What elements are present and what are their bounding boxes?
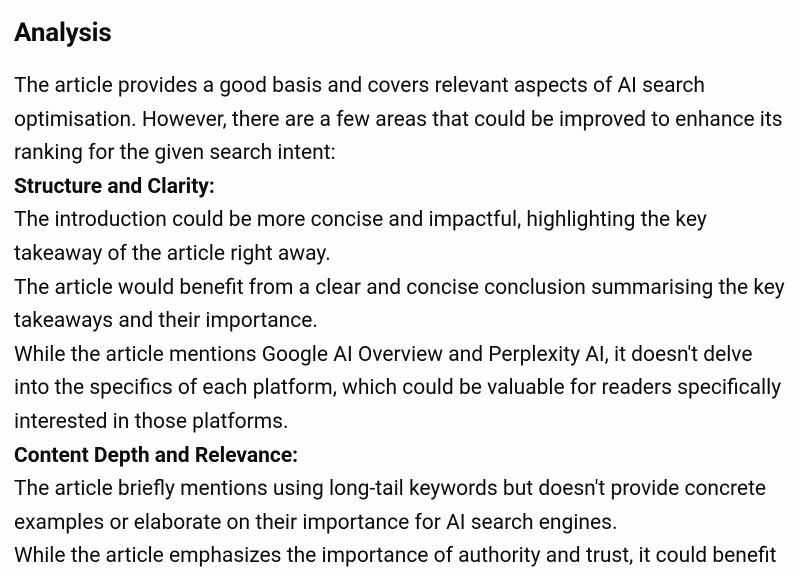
section-paragraph: While the article emphasizes the importa… [14,540,786,576]
intro-paragraph: The article provides a good basis and co… [14,70,786,171]
section-paragraph: The introduction could be more concise a… [14,204,786,271]
section-heading: Structure and Clarity: [14,171,786,205]
analysis-document: Analysis The article provides a good bas… [0,0,800,576]
section-heading: Content Depth and Relevance: [14,440,786,474]
page-title: Analysis [14,18,786,48]
body-text: The article provides a good basis and co… [14,70,786,576]
section-paragraph: While the article mentions Google AI Ove… [14,339,786,440]
section-paragraph: The article briefly mentions using long-… [14,473,786,540]
section-paragraph: The article would benefit from a clear a… [14,272,786,339]
